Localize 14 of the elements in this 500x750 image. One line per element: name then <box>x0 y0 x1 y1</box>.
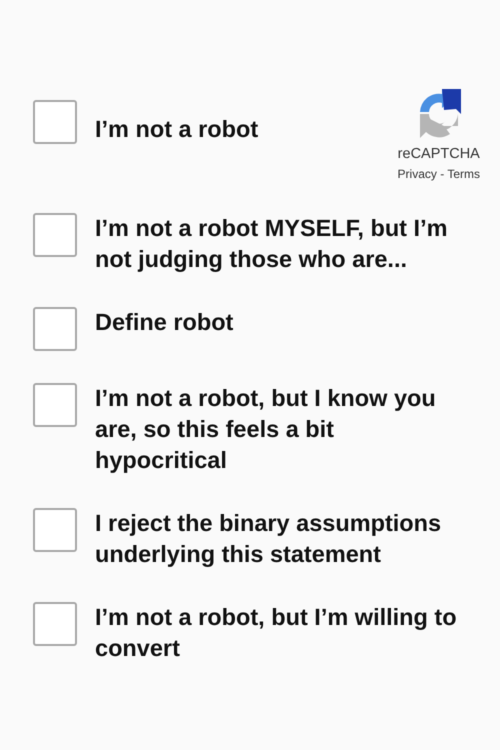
brand-name: reCAPTCHA <box>398 146 480 162</box>
checkbox[interactable] <box>33 383 77 427</box>
checkbox[interactable] <box>33 307 77 351</box>
option-label: I’m not a robot MYSELF, but I’m not judging those who are... <box>95 214 448 274</box>
option-label: I’m not a robot, but I know you are, so this feels a bit hypocritical <box>95 384 437 475</box>
checkbox[interactable] <box>33 100 77 144</box>
option-label: I reject the binary assumptions underlying this statement <box>95 509 442 569</box>
checkbox[interactable] <box>33 508 77 552</box>
option-label: I’m not a robot, but I’m willing to convert <box>95 603 458 663</box>
option-label: Define robot <box>95 308 234 337</box>
option-label: I’m not a robot <box>95 115 260 144</box>
checkbox[interactable] <box>33 213 77 257</box>
checkbox[interactable] <box>33 602 77 646</box>
privacy-terms-link[interactable]: Privacy - Terms <box>398 167 480 181</box>
